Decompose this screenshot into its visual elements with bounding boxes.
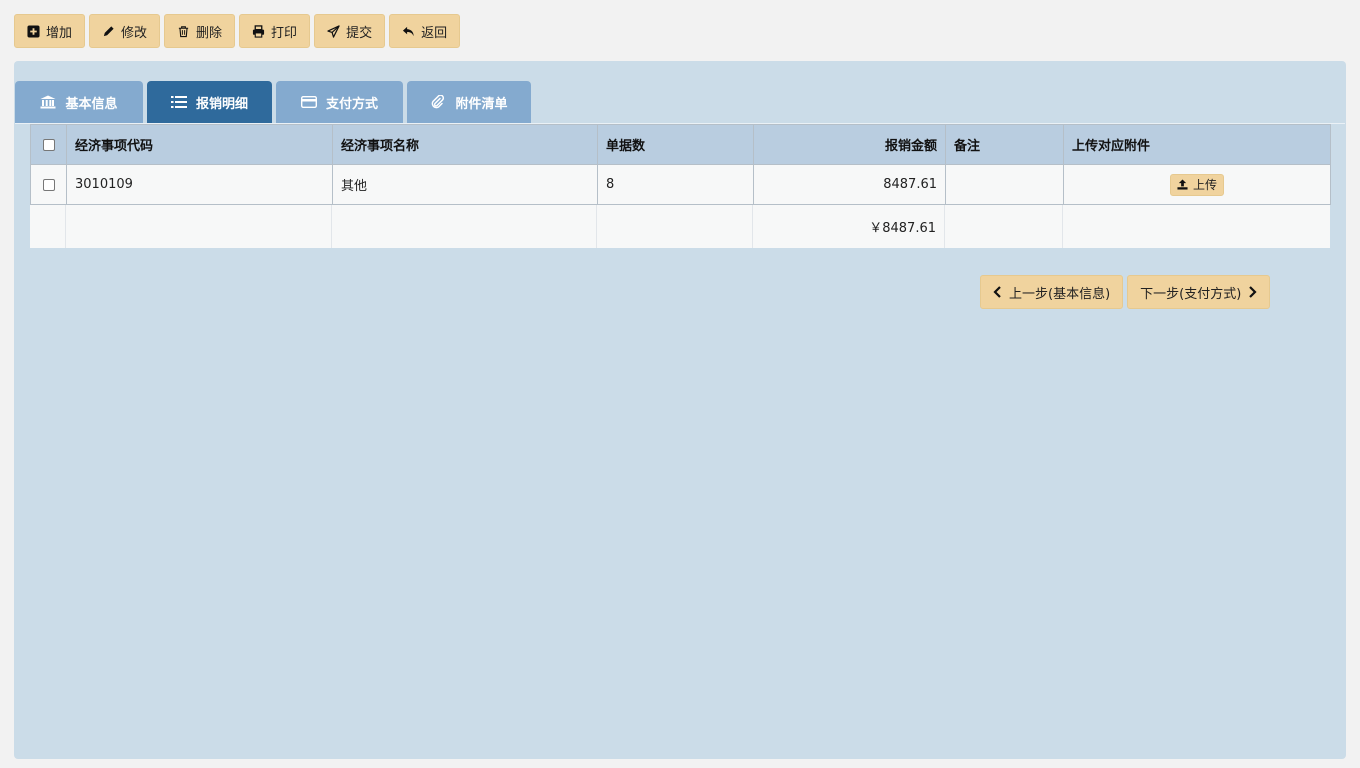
prev-step-label: 上一步(基本信息) — [1009, 286, 1111, 302]
row-select-cell — [30, 164, 67, 205]
cell-remark — [945, 164, 1064, 205]
cell-name: 其他 — [332, 164, 598, 205]
cell-upload: 上传 — [1063, 164, 1331, 205]
edit-button-label: 修改 — [121, 25, 148, 41]
tab-attachments[interactable]: 附件清单 — [407, 81, 531, 123]
tab-expense-details[interactable]: 报销明细 — [147, 81, 272, 123]
chevron-left-icon — [993, 286, 1001, 298]
header-count: 单据数 — [597, 124, 754, 165]
tab-payment-method[interactable]: 支付方式 — [276, 81, 403, 123]
print-button-label: 打印 — [271, 25, 298, 41]
tab-bar: 基本信息 报销明细 支付方式 附件清单 — [15, 81, 531, 123]
footer-cell — [597, 205, 753, 248]
footer-total: ￥8487.61 — [753, 205, 945, 248]
pencil-icon — [103, 25, 114, 36]
header-upload: 上传对应附件 — [1063, 124, 1331, 165]
table-footer: ￥8487.61 — [30, 205, 1330, 248]
trash-icon — [178, 25, 189, 37]
header-name: 经济事项名称 — [332, 124, 598, 165]
tab-basic-info[interactable]: 基本信息 — [15, 81, 143, 123]
back-button[interactable]: 返回 — [389, 14, 461, 48]
select-all-cell — [30, 124, 67, 165]
table-row: 3010109 其他 8 8487.61 上传 — [30, 164, 1331, 205]
delete-button-label: 删除 — [196, 25, 223, 41]
bank-icon — [40, 95, 56, 109]
toolbar: 增加 修改 删除 打印 提交 返回 — [14, 14, 461, 48]
cell-amount: 8487.61 — [753, 164, 946, 205]
print-button[interactable]: 打印 — [239, 14, 311, 48]
back-button-label: 返回 — [421, 25, 448, 41]
footer-cell — [30, 205, 66, 248]
plus-square-icon — [27, 24, 40, 38]
paper-plane-icon — [327, 24, 340, 38]
upload-button[interactable]: 上传 — [1169, 173, 1224, 196]
cell-count: 8 — [597, 164, 754, 205]
cell-code: 3010109 — [66, 164, 333, 205]
footer-cell — [945, 205, 1063, 248]
list-icon — [170, 96, 187, 108]
main-panel: 基本信息 报销明细 支付方式 附件清单 经济事项代码 经济事项名称 单据数 报销… — [14, 61, 1346, 759]
printer-icon — [252, 24, 265, 38]
credit-card-icon — [300, 96, 317, 108]
delete-button[interactable]: 删除 — [164, 14, 236, 48]
header-amount: 报销金额 — [753, 124, 946, 165]
paperclip-icon — [432, 95, 445, 109]
table-header-row: 经济事项代码 经济事项名称 单据数 报销金额 备注 上传对应附件 — [30, 124, 1331, 165]
tab-attachments-label: 附件清单 — [455, 96, 508, 112]
add-button-label: 增加 — [46, 25, 73, 41]
reply-icon — [403, 26, 414, 36]
upload-button-label: 上传 — [1192, 178, 1217, 192]
header-code: 经济事项代码 — [66, 124, 333, 165]
prev-step-button[interactable]: 上一步(基本信息) — [980, 275, 1124, 309]
tab-basic-info-label: 基本信息 — [65, 96, 118, 112]
row-checkbox[interactable] — [42, 178, 55, 191]
footer-cell — [332, 205, 597, 248]
submit-button[interactable]: 提交 — [314, 14, 386, 48]
next-step-label: 下一步(支付方式) — [1140, 286, 1242, 302]
upload-icon — [1177, 179, 1188, 190]
tab-expense-details-label: 报销明细 — [195, 96, 248, 112]
edit-button[interactable]: 修改 — [89, 14, 161, 48]
tab-payment-method-label: 支付方式 — [325, 96, 378, 112]
submit-button-label: 提交 — [346, 25, 373, 41]
next-step-button[interactable]: 下一步(支付方式) — [1127, 275, 1271, 309]
select-all-checkbox[interactable] — [42, 138, 55, 151]
chevron-right-icon — [1249, 286, 1257, 298]
expense-table: 经济事项代码 经济事项名称 单据数 报销金额 备注 上传对应附件 3010109… — [30, 124, 1331, 205]
step-nav: 上一步(基本信息) 下一步(支付方式) — [980, 275, 1271, 309]
header-remark: 备注 — [945, 124, 1064, 165]
footer-cell — [66, 205, 332, 248]
footer-cell — [1063, 205, 1330, 248]
add-button[interactable]: 增加 — [14, 14, 86, 48]
